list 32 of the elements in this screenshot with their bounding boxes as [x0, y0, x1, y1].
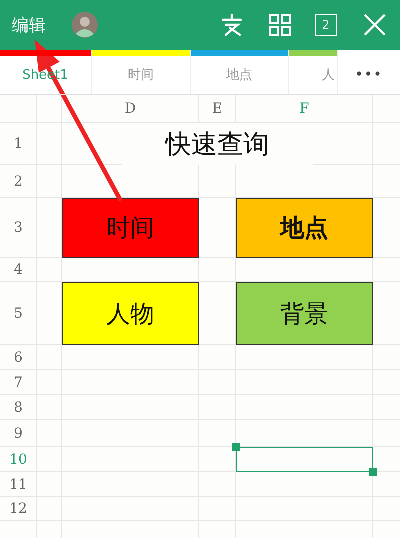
grid-icon[interactable] [267, 12, 293, 38]
column-header[interactable]: E [199, 95, 236, 123]
sheet-tab[interactable]: 人 [289, 56, 337, 94]
query-button[interactable]: 背景 [236, 282, 373, 345]
text-icon[interactable] [219, 12, 245, 38]
row-header[interactable]: 11 [0, 472, 37, 497]
row-header[interactable]: 9 [0, 420, 37, 447]
row-header[interactable]: 12 [0, 497, 37, 521]
row-header[interactable]: 10 [0, 447, 37, 472]
row-header[interactable]: 1 [0, 123, 37, 165]
sheet-title: 快速查询 [122, 123, 313, 165]
window-count-button[interactable]: 2 [315, 14, 337, 36]
column-header[interactable]: F [236, 95, 373, 123]
close-icon[interactable] [362, 12, 388, 38]
query-button[interactable]: 人物 [62, 282, 199, 345]
row-header[interactable]: 3 [0, 198, 37, 258]
selection-handle[interactable] [369, 468, 377, 476]
sheet-tab[interactable]: 地点 [191, 56, 288, 94]
edit-button[interactable]: 编辑 [12, 14, 46, 36]
selection-handle[interactable] [232, 443, 240, 451]
query-button[interactable]: 时间 [62, 198, 199, 258]
row-header[interactable]: 2 [0, 165, 37, 198]
row-header[interactable]: 4 [0, 258, 37, 282]
row-header[interactable]: 7 [0, 370, 37, 395]
row-header[interactable]: 5 [0, 282, 37, 345]
more-button[interactable]: ••• [338, 50, 400, 94]
query-button[interactable]: 地点 [236, 198, 373, 258]
row-header[interactable]: 6 [0, 345, 37, 370]
column-header[interactable]: D [62, 95, 199, 123]
avatar-icon[interactable] [72, 12, 98, 38]
sheet-tab[interactable]: 时间 [92, 56, 190, 94]
row-header[interactable]: 8 [0, 395, 37, 420]
